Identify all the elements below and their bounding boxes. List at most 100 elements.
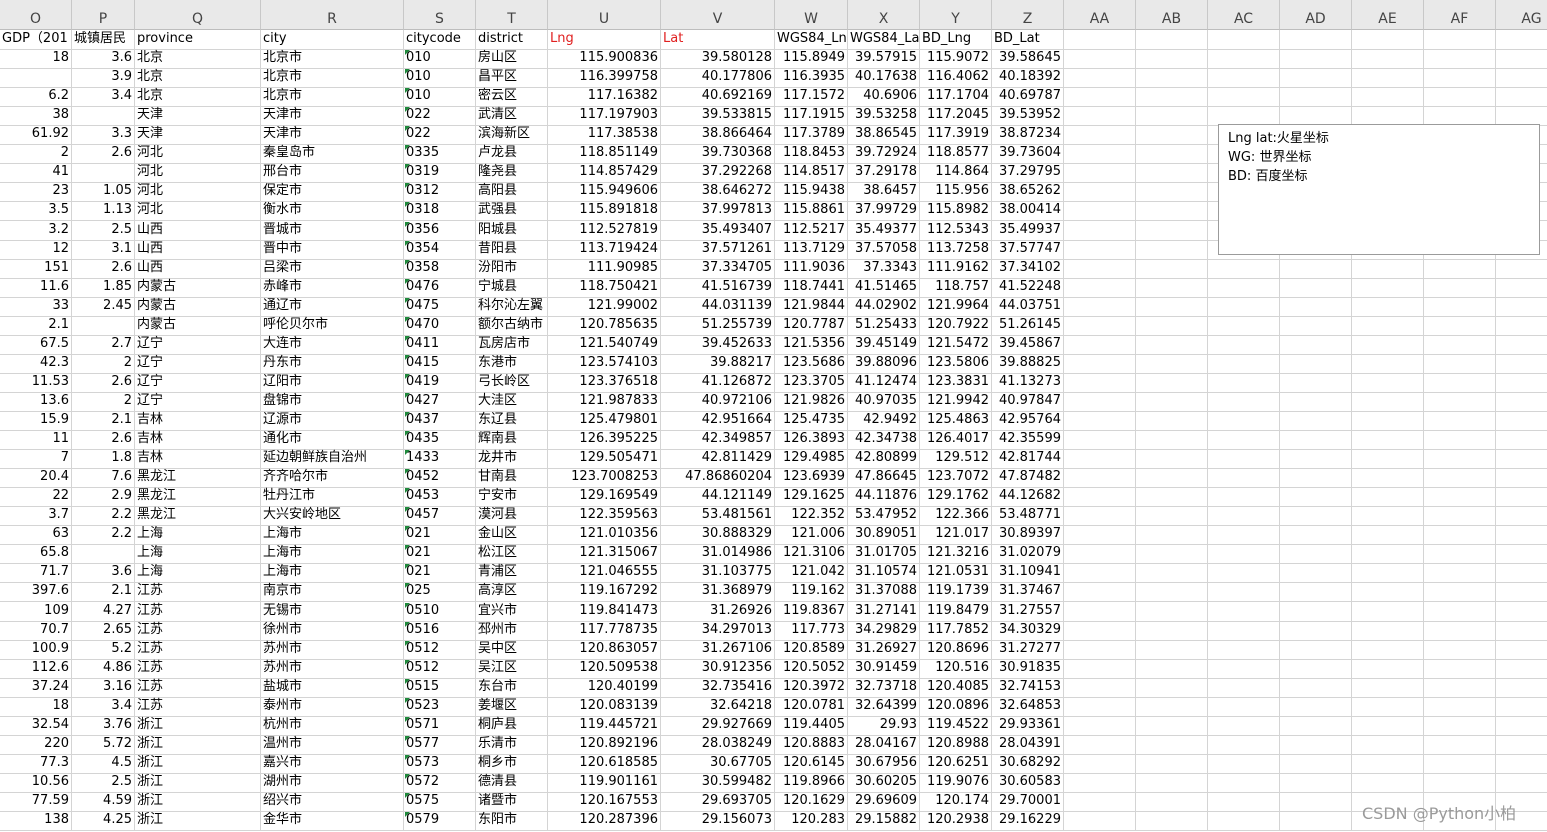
column-header-ad[interactable]: AD bbox=[1280, 0, 1352, 30]
table-cell[interactable]: 30.912356 bbox=[661, 658, 775, 679]
table-cell[interactable]: 泰州市 bbox=[261, 696, 404, 717]
table-cell[interactable]: 辽宁 bbox=[135, 334, 261, 355]
table-cell[interactable]: 61.92 bbox=[0, 125, 72, 146]
table-cell[interactable]: 0475 bbox=[404, 296, 476, 317]
table-cell[interactable] bbox=[1496, 278, 1547, 298]
table-cell[interactable]: 武强县 bbox=[476, 201, 548, 222]
table-cell[interactable]: 116.3935 bbox=[775, 68, 848, 89]
header-cell[interactable] bbox=[1496, 30, 1547, 50]
table-cell[interactable]: 0358 bbox=[404, 258, 476, 279]
table-cell[interactable]: 2.5 bbox=[72, 220, 135, 241]
table-cell[interactable]: 120.3972 bbox=[775, 677, 848, 698]
table-cell[interactable] bbox=[1136, 582, 1208, 603]
table-cell[interactable]: 39.88825 bbox=[992, 353, 1064, 374]
table-cell[interactable]: 浙江 bbox=[135, 715, 261, 736]
table-cell[interactable]: 0476 bbox=[404, 277, 476, 298]
table-cell[interactable]: 31.103775 bbox=[661, 563, 775, 584]
table-cell[interactable]: 内蒙古 bbox=[135, 277, 261, 298]
table-cell[interactable]: 龙井市 bbox=[476, 449, 548, 470]
table-cell[interactable]: 诸暨市 bbox=[476, 792, 548, 812]
table-cell[interactable]: 北京市 bbox=[261, 87, 404, 108]
table-cell[interactable] bbox=[1280, 772, 1352, 793]
table-cell[interactable]: 39.72924 bbox=[848, 144, 920, 165]
table-cell[interactable] bbox=[1064, 658, 1136, 679]
table-cell[interactable]: 117.773 bbox=[775, 620, 848, 641]
table-cell[interactable]: 武清区 bbox=[476, 106, 548, 127]
table-cell[interactable]: 53.47952 bbox=[848, 506, 920, 527]
table-cell[interactable] bbox=[1136, 49, 1208, 70]
table-cell[interactable]: 苏州市 bbox=[261, 658, 404, 679]
table-cell[interactable]: 甘南县 bbox=[476, 468, 548, 489]
table-cell[interactable] bbox=[1496, 773, 1547, 793]
table-cell[interactable]: 3.76 bbox=[72, 715, 135, 736]
table-cell[interactable]: 科尔沁左翼 bbox=[476, 296, 548, 317]
table-cell[interactable] bbox=[1064, 449, 1136, 470]
table-cell[interactable] bbox=[1280, 677, 1352, 698]
table-cell[interactable]: 120.1629 bbox=[775, 792, 848, 812]
table-cell[interactable]: 32.64853 bbox=[992, 696, 1064, 717]
table-cell[interactable] bbox=[1352, 353, 1424, 374]
table-cell[interactable] bbox=[1424, 334, 1496, 355]
table-cell[interactable] bbox=[1496, 697, 1547, 717]
table-cell[interactable]: 117.7852 bbox=[920, 620, 992, 641]
table-cell[interactable] bbox=[1064, 258, 1136, 279]
table-cell[interactable] bbox=[1064, 220, 1136, 241]
table-cell[interactable] bbox=[1136, 277, 1208, 298]
table-cell[interactable] bbox=[1496, 754, 1547, 774]
table-cell[interactable]: 025 bbox=[404, 582, 476, 603]
table-cell[interactable]: 31.01705 bbox=[848, 544, 920, 565]
table-cell[interactable] bbox=[1136, 792, 1208, 812]
table-cell[interactable]: 38 bbox=[0, 106, 72, 127]
table-cell[interactable]: 123.376518 bbox=[548, 372, 661, 393]
table-cell[interactable] bbox=[1280, 87, 1352, 108]
header-cell[interactable]: Lat bbox=[661, 30, 775, 50]
table-cell[interactable]: 117.2045 bbox=[920, 106, 992, 127]
table-cell[interactable]: 67.5 bbox=[0, 334, 72, 355]
header-cell[interactable]: BD_Lng bbox=[920, 30, 992, 50]
header-cell[interactable] bbox=[1424, 30, 1496, 50]
table-cell[interactable]: 119.445721 bbox=[548, 715, 661, 736]
table-cell[interactable] bbox=[1136, 772, 1208, 793]
table-cell[interactable]: 大兴安岭地区 bbox=[261, 506, 404, 527]
column-header-ae[interactable]: AE bbox=[1352, 0, 1424, 30]
table-cell[interactable]: 125.4735 bbox=[775, 411, 848, 431]
table-cell[interactable]: 0512 bbox=[404, 639, 476, 660]
table-cell[interactable]: 30.60583 bbox=[992, 772, 1064, 793]
table-cell[interactable] bbox=[1352, 696, 1424, 717]
table-cell[interactable]: 卢龙县 bbox=[476, 144, 548, 165]
table-cell[interactable] bbox=[1280, 258, 1352, 279]
table-cell[interactable]: 120.8696 bbox=[920, 639, 992, 660]
table-cell[interactable]: 北京 bbox=[135, 87, 261, 108]
table-cell[interactable]: 119.4405 bbox=[775, 715, 848, 736]
table-cell[interactable]: 宁安市 bbox=[476, 487, 548, 508]
table-cell[interactable] bbox=[1424, 353, 1496, 374]
table-cell[interactable] bbox=[1280, 391, 1352, 412]
table-cell[interactable] bbox=[1352, 563, 1424, 584]
table-cell[interactable]: 江苏 bbox=[135, 696, 261, 717]
table-cell[interactable] bbox=[1064, 106, 1136, 127]
table-cell[interactable]: 天津 bbox=[135, 106, 261, 127]
table-cell[interactable]: 2.2 bbox=[72, 506, 135, 527]
table-cell[interactable]: 120.0896 bbox=[920, 696, 992, 717]
table-cell[interactable]: 120.2938 bbox=[920, 811, 992, 832]
table-cell[interactable]: 密云区 bbox=[476, 87, 548, 108]
table-cell[interactable]: 3.16 bbox=[72, 677, 135, 698]
table-cell[interactable]: 112.527819 bbox=[548, 220, 661, 241]
table-cell[interactable]: 41.13273 bbox=[992, 372, 1064, 393]
header-cell[interactable]: citycode bbox=[404, 30, 476, 50]
table-cell[interactable]: 112.5343 bbox=[920, 220, 992, 241]
table-cell[interactable]: 乐清市 bbox=[476, 734, 548, 755]
table-cell[interactable]: 121.006 bbox=[775, 525, 848, 546]
table-cell[interactable]: 116.399758 bbox=[548, 68, 661, 89]
table-cell[interactable] bbox=[1280, 449, 1352, 470]
table-cell[interactable] bbox=[1352, 49, 1424, 70]
table-cell[interactable] bbox=[1064, 544, 1136, 565]
table-cell[interactable]: 30.91459 bbox=[848, 658, 920, 679]
table-cell[interactable] bbox=[1352, 430, 1424, 451]
table-cell[interactable]: 39.730368 bbox=[661, 144, 775, 165]
table-cell[interactable]: 121.540749 bbox=[548, 334, 661, 355]
table-cell[interactable] bbox=[1280, 658, 1352, 679]
table-cell[interactable]: 上海市 bbox=[261, 544, 404, 565]
table-cell[interactable]: 115.8982 bbox=[920, 201, 992, 222]
table-cell[interactable]: 青浦区 bbox=[476, 563, 548, 584]
